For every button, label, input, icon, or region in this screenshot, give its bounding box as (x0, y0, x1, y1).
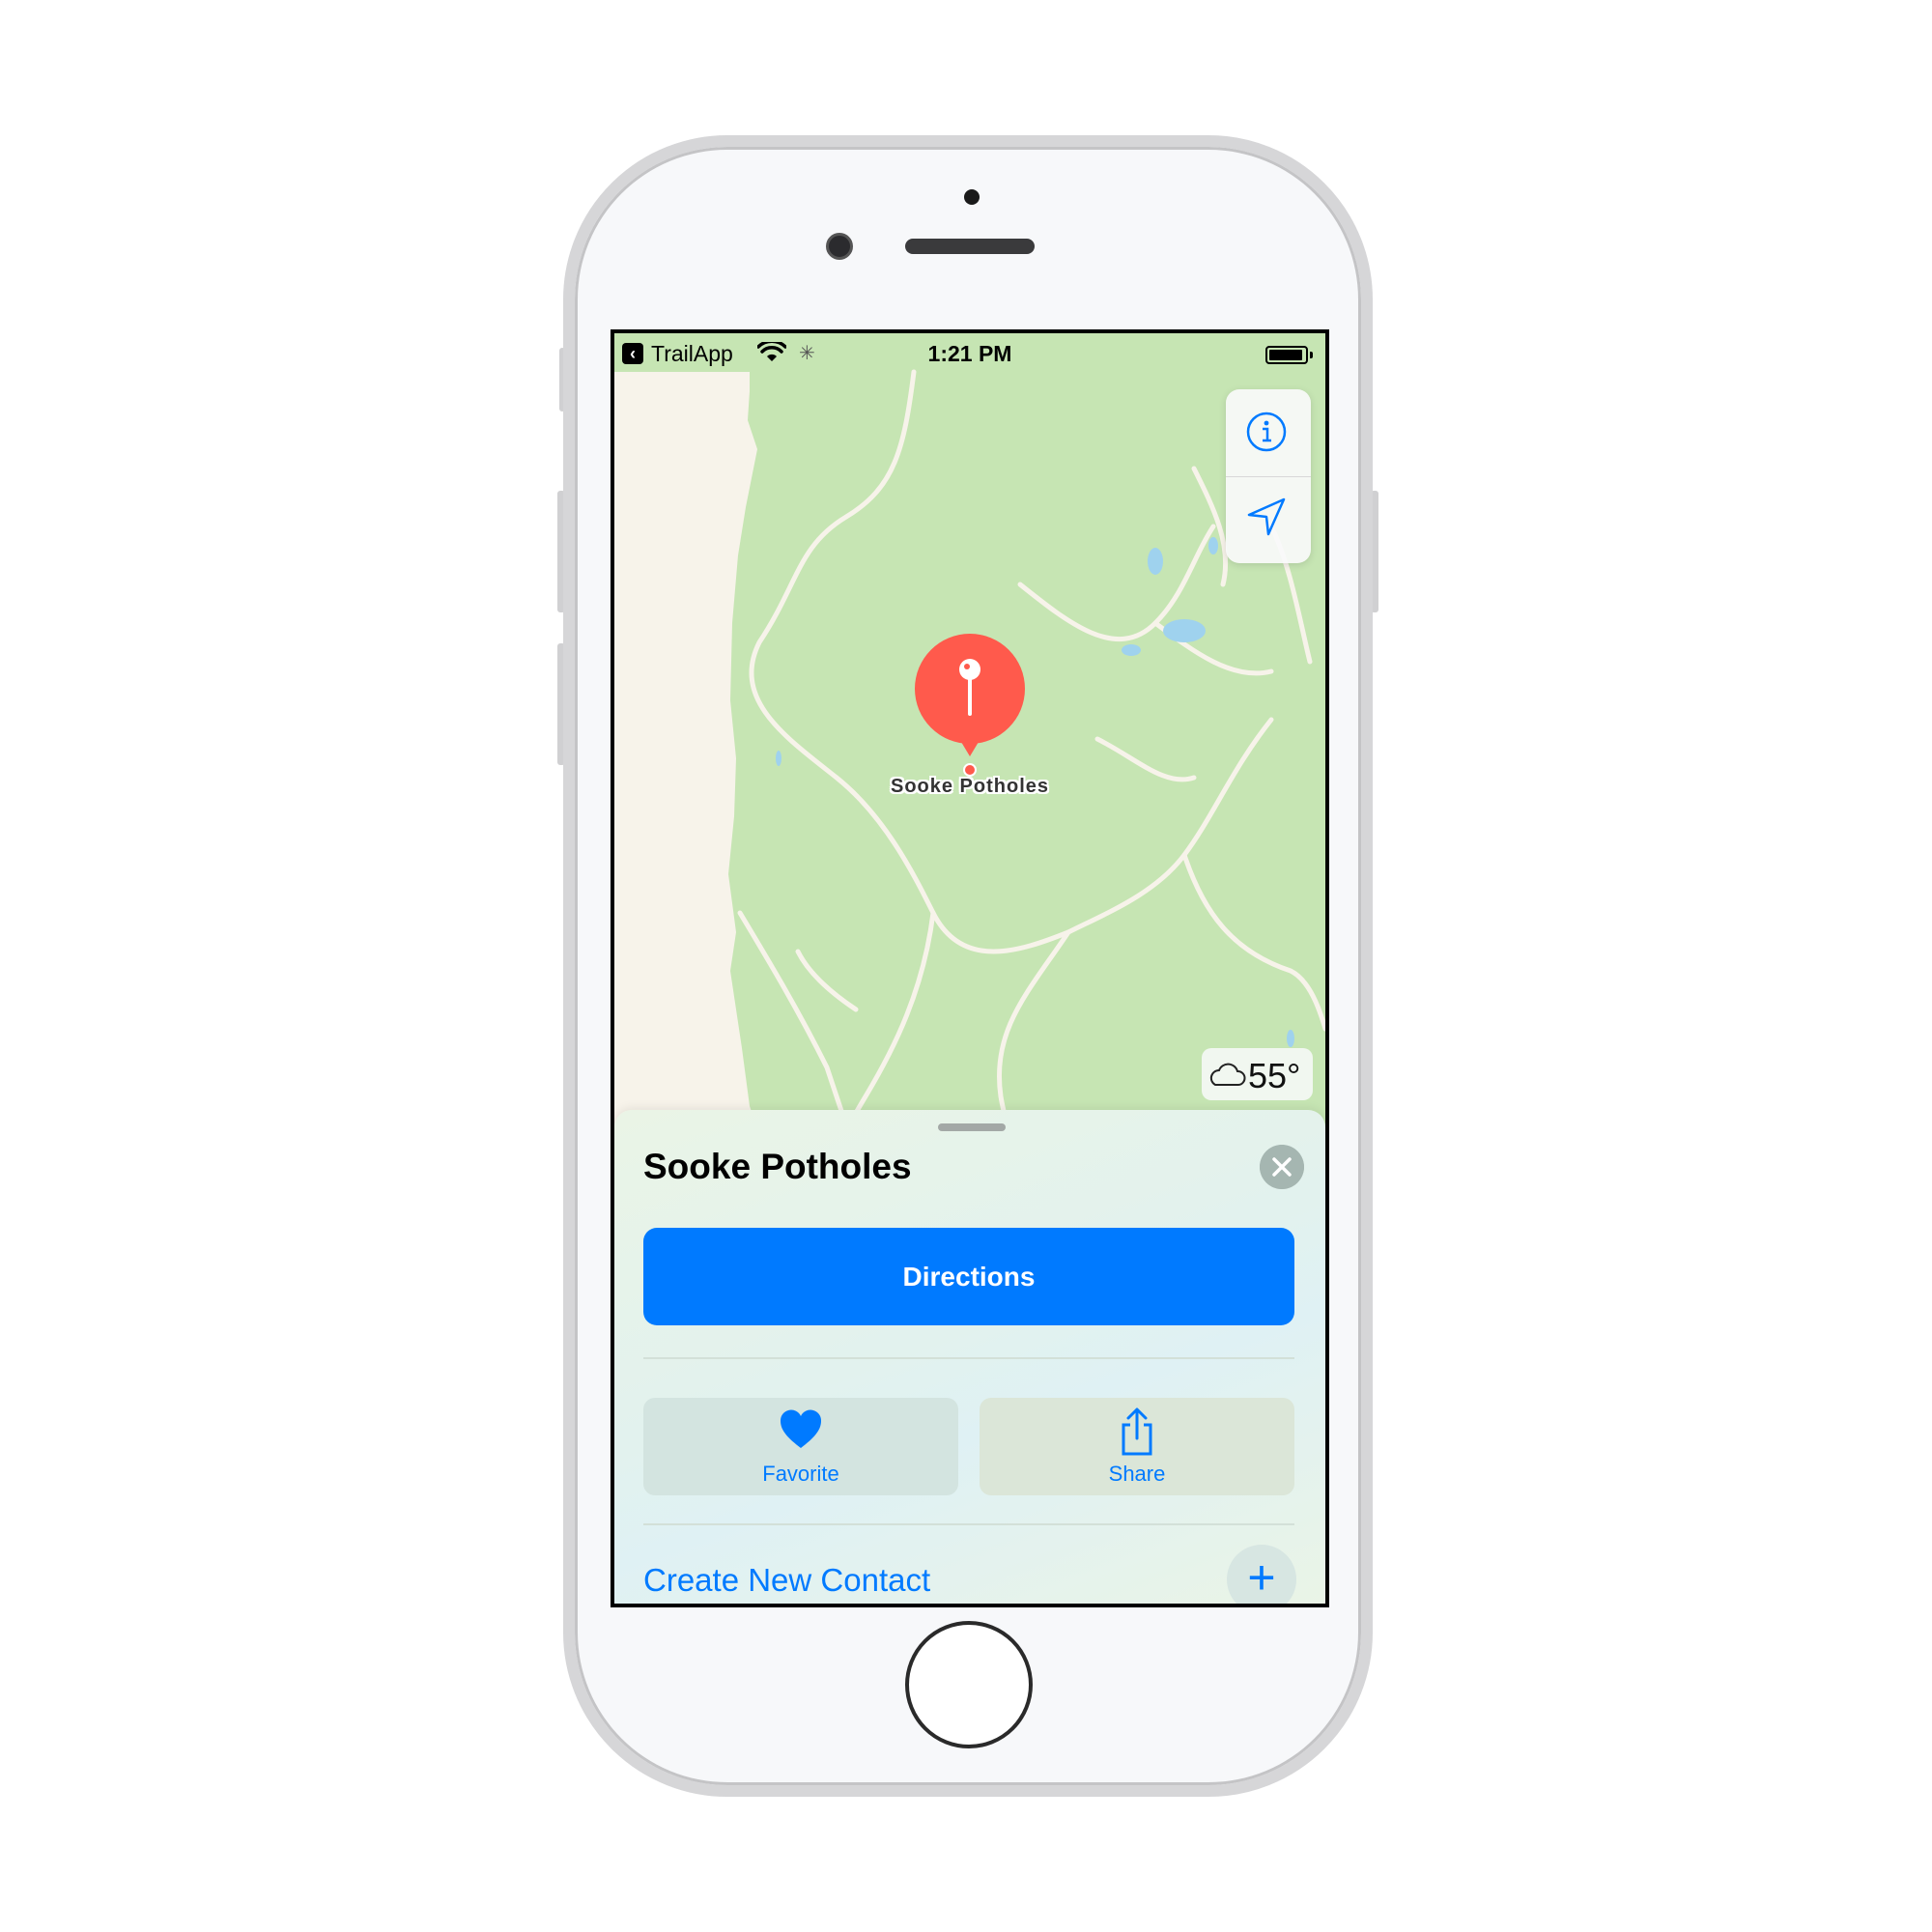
map-controls (1226, 389, 1311, 563)
cloud-icon (1209, 1063, 1246, 1086)
share-button[interactable]: Share (980, 1398, 1294, 1495)
divider (643, 1357, 1294, 1359)
battery-level (1269, 350, 1302, 360)
proximity-sensor (964, 189, 980, 205)
earpiece-speaker (905, 239, 1035, 254)
front-camera (826, 233, 853, 260)
location-arrow-icon[interactable] (1245, 496, 1288, 538)
controls-divider (1226, 476, 1311, 477)
favorite-label: Favorite (762, 1462, 839, 1486)
heart-icon (780, 1409, 822, 1448)
info-icon[interactable] (1245, 411, 1288, 453)
divider (643, 1523, 1294, 1525)
close-icon[interactable] (1260, 1145, 1304, 1189)
location-pin[interactable] (914, 633, 1026, 778)
share-icon (1122, 1407, 1152, 1456)
share-label: Share (1108, 1462, 1166, 1486)
status-bar: ‹ TrailApp ✳ 1:21 PM (614, 333, 1325, 374)
home-button[interactable] (905, 1621, 1033, 1748)
battery-icon (1265, 346, 1308, 364)
add-contact-button[interactable]: + (1227, 1545, 1296, 1605)
status-time: 1:21 PM (927, 341, 1012, 366)
place-card-sheet: Sooke Potholes Directions Favorite Share… (614, 1110, 1325, 1605)
screen: ‹ TrailApp ✳ 1:21 PM Sooke Potholes 55° … (611, 329, 1329, 1607)
pin-label[interactable]: Sooke Potholes (808, 776, 1132, 798)
plus-icon: + (1247, 1550, 1276, 1605)
directions-button[interactable]: Directions (643, 1228, 1294, 1325)
favorite-button[interactable]: Favorite (643, 1398, 958, 1495)
battery-tip (1310, 352, 1313, 358)
place-title: Sooke Potholes (643, 1147, 912, 1186)
create-new-contact-link[interactable]: Create New Contact (643, 1562, 930, 1599)
weather-badge: 55° (1202, 1048, 1313, 1100)
sheet-grabber[interactable] (938, 1123, 1006, 1131)
weather-temperature: 55° (1248, 1056, 1301, 1095)
